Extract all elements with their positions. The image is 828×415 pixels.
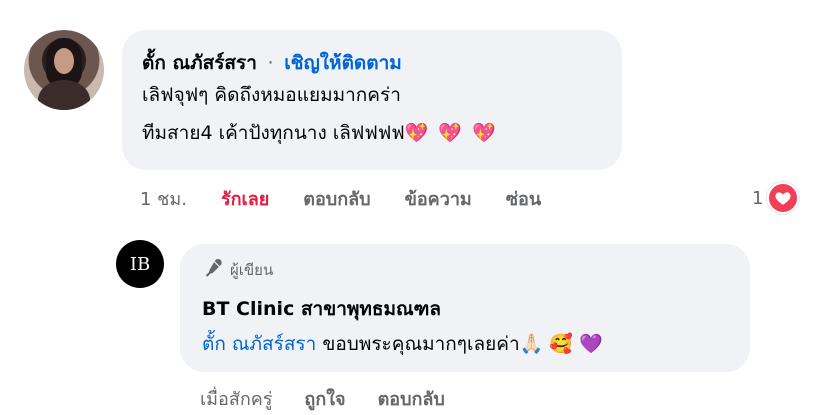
message-button[interactable]: ข้อความ: [405, 184, 472, 213]
page-name[interactable]: BT Clinic สาขาพุทธมณฑล: [202, 292, 728, 326]
comment-text-line-1: เลิฟจุฟๆ คิดถึงหมอแยมมากคร่า: [142, 84, 401, 106]
invite-follow-link[interactable]: เชิญให้ติดตาม: [284, 52, 402, 74]
heart-icon: [767, 182, 800, 214]
reply-emojis: 🙏🏻 🥰 💜: [519, 333, 603, 355]
comment-timestamp[interactable]: 1 ชม.: [140, 184, 187, 213]
reply-timestamp[interactable]: เมื่อสักครู่: [200, 384, 272, 413]
mention-link[interactable]: ตั้ก ณภัสร์สรา: [202, 333, 316, 355]
reply-text: ตั้ก ณภัสร์สรา ขอบพระคุณมากๆเลยค่า🙏🏻 🥰 💜: [202, 326, 728, 362]
separator-dot: ·: [267, 52, 274, 74]
microphone-icon: [202, 257, 224, 283]
reply-actions: เมื่อสักครู่ ถูกใจ ตอบกลับ: [200, 384, 445, 413]
page-avatar[interactable]: IB: [116, 240, 164, 288]
sparkling-hearts-emoji: 💖 💖 💖: [404, 122, 498, 144]
reaction-count: 1: [752, 187, 764, 209]
author-badge-label: ผู้เขียน: [230, 261, 274, 279]
comment-actions: 1 ชม. รักเลย ตอบกลับ ข้อความ ซ่อน: [140, 184, 541, 213]
love-reaction-button[interactable]: รักเลย: [221, 184, 269, 213]
reply-text-content: ขอบพระคุณมากๆเลยค่า: [322, 333, 520, 355]
like-button[interactable]: ถูกใจ: [304, 384, 345, 413]
reaction-summary[interactable]: 1: [752, 182, 800, 214]
hide-button[interactable]: ซ่อน: [506, 184, 541, 213]
page-logo-text: IB: [129, 253, 151, 275]
reply-to-reply-button[interactable]: ตอบกลับ: [378, 384, 445, 413]
comment-header: ตั้ก ณภัสร์สรา · เชิญให้ติดตาม: [142, 48, 602, 76]
reply-bubble: ผู้เขียน BT Clinic สาขาพุทธมณฑล ตั้ก ณภั…: [180, 244, 750, 372]
reply-button[interactable]: ตอบกลับ: [303, 184, 370, 213]
comment-text-line-2: ทีมสาย4 เค้าปังทุกนาง เลิฟฟฟฟ💖 💖 💖: [142, 114, 602, 152]
commenter-name[interactable]: ตั้ก ณภัสร์สรา: [142, 52, 257, 74]
comment-text-line-2-text: ทีมสาย4 เค้าปังทุกนาง เลิฟฟฟฟ: [142, 122, 405, 144]
commenter-avatar[interactable]: [24, 30, 104, 110]
author-badge: ผู้เขียน: [202, 258, 728, 282]
comment-bubble: ตั้ก ณภัสร์สรา · เชิญให้ติดตาม เลิฟจุฟๆ …: [122, 30, 622, 170]
